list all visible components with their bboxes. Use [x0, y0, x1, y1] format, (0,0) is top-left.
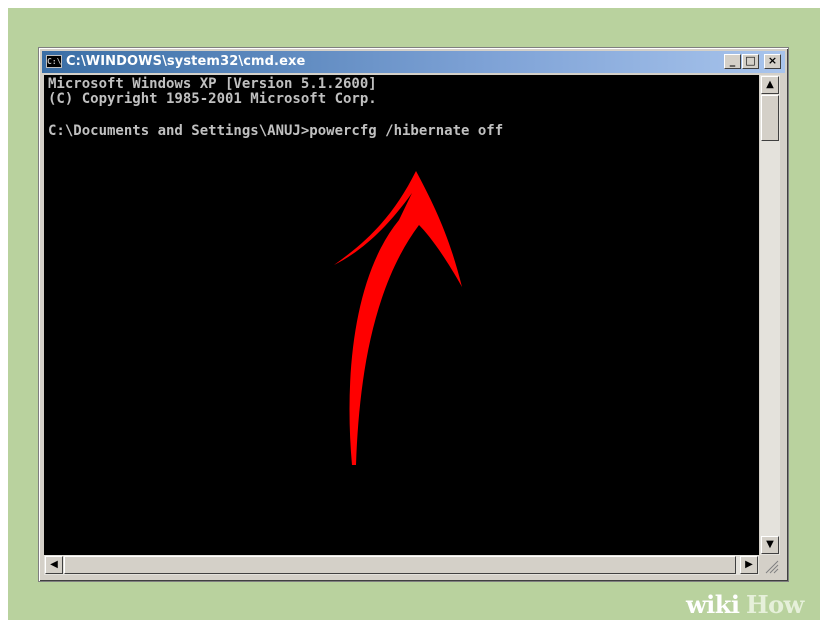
title-bar[interactable]: C:\ C:\WINDOWS\system32\cmd.exe _ □ × — [42, 51, 785, 73]
watermark-how: How — [746, 590, 804, 619]
vertical-scrollbar[interactable]: ▲ ▼ — [760, 75, 780, 555]
scroll-left-icon[interactable]: ◀ — [45, 556, 63, 574]
arrow-shaft — [334, 171, 462, 465]
vertical-scroll-thumb[interactable] — [761, 95, 779, 141]
scroll-right-icon[interactable]: ▶ — [740, 556, 758, 574]
watermark-wiki: wiki — [686, 590, 740, 619]
maximize-button[interactable]: □ — [742, 54, 759, 69]
scroll-up-icon[interactable]: ▲ — [761, 76, 779, 94]
horizontal-scrollbar[interactable]: ◀ ▶ — [44, 555, 759, 575]
horizontal-scroll-thumb[interactable] — [64, 556, 736, 574]
screenshot-canvas: C:\ C:\WINDOWS\system32\cmd.exe _ □ × Mi… — [0, 0, 820, 620]
resize-grip-icon[interactable] — [760, 555, 780, 575]
console-output[interactable]: Microsoft Windows XP [Version 5.1.2600] … — [44, 75, 759, 555]
minimize-button[interactable]: _ — [724, 54, 741, 69]
close-button[interactable]: × — [764, 54, 781, 69]
cmd-icon[interactable]: C:\ — [46, 55, 62, 68]
cmd-window[interactable]: C:\ C:\WINDOWS\system32\cmd.exe _ □ × Mi… — [38, 47, 789, 582]
wikihow-watermark: wiki How — [668, 585, 820, 620]
red-arrow-annotation — [334, 171, 462, 465]
scroll-down-icon[interactable]: ▼ — [761, 536, 779, 554]
window-title: C:\WINDOWS\system32\cmd.exe — [66, 54, 306, 69]
